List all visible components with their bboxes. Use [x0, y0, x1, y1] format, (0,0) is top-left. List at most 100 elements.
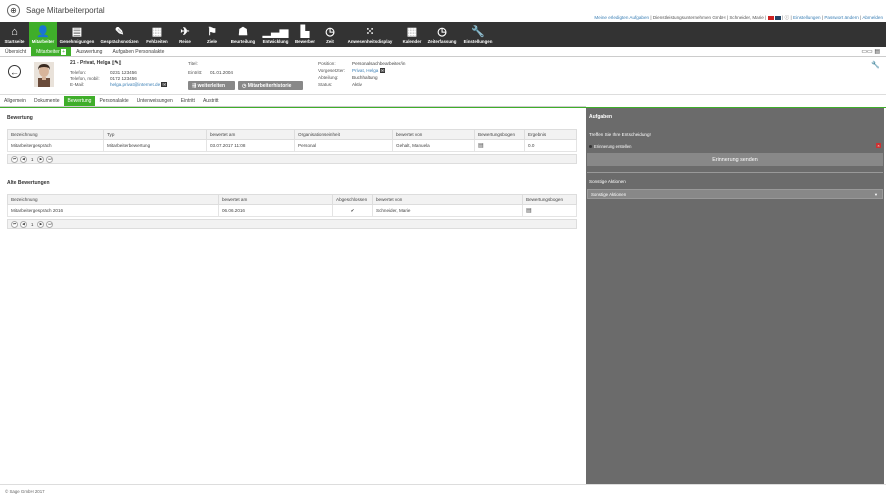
column-header[interactable]: bewertet von [372, 194, 523, 205]
last-page-icon[interactable]: ⏭ [46, 155, 54, 163]
last-page-icon[interactable]: ⏭ [46, 220, 54, 228]
column-header[interactable]: Bezeichnung [7, 129, 104, 140]
radio-button[interactable] [589, 145, 592, 148]
back-arrow-icon[interactable]: ← [8, 65, 21, 78]
next-page-icon[interactable]: ▶ [37, 155, 45, 163]
mail-icon[interactable]: ✉ [379, 68, 386, 73]
nav-reise[interactable]: ✈ Reise [172, 22, 198, 47]
page-icon[interactable]: ▯ [119, 60, 122, 66]
nav-startseite[interactable]: ⌂ Startseite [0, 22, 29, 47]
tab-exit[interactable]: Austritt [199, 96, 223, 106]
nav-label: Zeiterfassung [427, 39, 457, 44]
nav-entwicklung[interactable]: ▁▃▅ Entwicklung [260, 22, 291, 47]
logout-link[interactable]: Abmelden [862, 15, 883, 20]
history-button[interactable]: ◷ Mitarbeiterhistorie [238, 81, 303, 90]
book-icon[interactable]: ▭▭ [861, 49, 872, 55]
nav-mitarbeiter[interactable]: 👤 Mitarbeiter [29, 22, 57, 47]
main-content: Bewertung Bezeichnung Typ bewertet am Or… [0, 108, 584, 484]
forward-button[interactable]: ⇶ weiterleiten [188, 81, 235, 90]
nav-genehmigungen[interactable]: ▤ Genehmigungen [57, 22, 97, 47]
nav-label: Reise [179, 39, 191, 44]
nav-bewerber[interactable]: ▙ Bewerber [291, 22, 319, 47]
tab-instructions[interactable]: Unterweisungen [133, 96, 177, 106]
first-page-icon[interactable]: ⏮ [11, 220, 18, 228]
tab-documents[interactable]: Dokumente [30, 96, 64, 106]
column-header[interactable]: bewertet am [218, 194, 333, 205]
nav-anwesenheitsdisplay[interactable]: ⁙ Anwesenheitsdisplay [341, 22, 399, 47]
tab-entry[interactable]: Eintritt [177, 96, 199, 106]
table-row[interactable]: Mitarbeitergespräch 2016 06.06.2016 ✔ Sc… [7, 204, 577, 217]
table-cell: 03.07.2017 11:08 [206, 139, 295, 152]
decision-prompt: Treffen Sie Ihre Entscheidung! [589, 132, 651, 137]
wrench-icon[interactable]: 🔧 [871, 61, 880, 69]
email-link[interactable]: helga.privat@internet.de [110, 82, 160, 87]
form-document-icon[interactable]: ▤ [478, 143, 484, 149]
nav-zeit[interactable]: ◷ Zeit [319, 22, 341, 47]
employee-photo [34, 62, 54, 87]
column-header[interactable]: Bewertungsbogen [474, 129, 525, 140]
change-password-link[interactable]: Passwort ändern [824, 15, 858, 20]
table-cell: Schneider, Marie [372, 204, 523, 217]
nav-kalender[interactable]: ▦ Kalender [399, 22, 425, 47]
nav-fehlzeiten[interactable]: ▦ Fehlzeiten [142, 22, 172, 47]
column-header[interactable]: Organisationseinheit [294, 129, 393, 140]
column-header[interactable]: Typ [103, 129, 207, 140]
column-header[interactable]: Abgeschlossen [332, 194, 373, 205]
form-document-icon[interactable]: ▤ [526, 208, 532, 214]
applicant-icon: ▙ [300, 26, 310, 38]
completed-tasks-link[interactable]: Meine erledigten Aufgaben [594, 15, 649, 20]
time-entry-icon: ◷ [437, 26, 447, 38]
position-label: Position: [318, 61, 336, 66]
subnav-overview[interactable]: Übersicht [0, 47, 31, 56]
globe-icon[interactable]: ⊕ [7, 4, 20, 17]
nav-ziele[interactable]: ⚑ Ziele [198, 22, 226, 47]
notes-icon: ✎ [114, 26, 125, 38]
manager-link[interactable]: Privat, Helga [352, 68, 378, 73]
main-nav: ⌂ Startseite 👤 Mitarbeiter ▤ Genehmigungen ✎ Ge… [0, 22, 886, 47]
table-cell: Personal [294, 139, 393, 152]
nav-zeiterfassung[interactable]: ◷ Zeiterfassung [425, 22, 459, 47]
mail-icon[interactable]: ✉ [161, 82, 168, 87]
plus-icon[interactable]: + [61, 49, 67, 55]
send-reminder-button[interactable]: Erinnerung senden [587, 153, 883, 166]
column-header[interactable]: bewertet am [206, 129, 295, 140]
tab-general[interactable]: Allgemein [0, 96, 30, 106]
calendar-icon: ▦ [151, 26, 163, 38]
column-header[interactable]: Bewertungsbogen [522, 194, 577, 205]
mobile-value: 0172 123456 [110, 76, 137, 81]
next-page-icon[interactable]: ▶ [37, 220, 45, 228]
column-header[interactable]: Ergebnis [524, 129, 577, 140]
prev-page-icon[interactable]: ◀ [20, 220, 27, 228]
column-header[interactable]: bewertet von [392, 129, 475, 140]
home-icon: ⌂ [11, 26, 18, 38]
subnav-evaluation[interactable]: Auswertung [71, 47, 107, 56]
column-header[interactable]: Bezeichnung [7, 194, 219, 205]
print-icon[interactable]: ▤ [874, 49, 880, 55]
tab-evaluation[interactable]: Bewertung [63, 96, 96, 106]
phone-value: 0231 123456 [110, 70, 137, 75]
prev-page-icon[interactable]: ◀ [20, 155, 27, 163]
reminder-option[interactable]: Erinnerung erstellen [589, 144, 631, 149]
subnav-employees[interactable]: Mitarbeiter + [31, 47, 72, 56]
other-actions-select[interactable]: Sonstige Aktionen ▼ [587, 189, 883, 199]
tab-personnel-file[interactable]: Personalakte [95, 96, 132, 106]
settings-link[interactable]: Einstellungen [793, 15, 821, 20]
tasks-title: Aufgaben [589, 114, 613, 120]
email-label: E-Mail: [70, 82, 85, 87]
help-icon[interactable]: ⓘ [785, 15, 790, 20]
nav-gesprächsnotizen[interactable]: ✎ Gesprächsnotizen [97, 22, 142, 47]
first-page-icon[interactable]: ⏮ [11, 155, 18, 163]
close-icon[interactable]: × [876, 143, 881, 148]
table-cell: Gehalt, Manuela [392, 139, 475, 152]
toolbar-icons: ▭▭ ▤ [861, 48, 880, 55]
other-actions-select-value: Sonstige Aktionen [591, 191, 627, 197]
nav-label: Mitarbeiter [31, 39, 55, 44]
flag-de-icon[interactable] [767, 15, 774, 20]
subnav-tasks-file[interactable]: Aufgaben Personalakte [107, 47, 169, 56]
nav-einstellungen[interactable]: 🔧 Einstellungen [459, 22, 497, 47]
table-row[interactable]: Mitarbeitergespräch Mitarbeiterbewertung… [7, 139, 577, 152]
wrench-icon: 🔧 [471, 26, 485, 38]
nav-beurteilung[interactable]: ☗ Beurteilung [226, 22, 260, 47]
manager-label: Vorgesetzter: [318, 68, 346, 73]
flag-en-icon[interactable] [774, 15, 781, 20]
